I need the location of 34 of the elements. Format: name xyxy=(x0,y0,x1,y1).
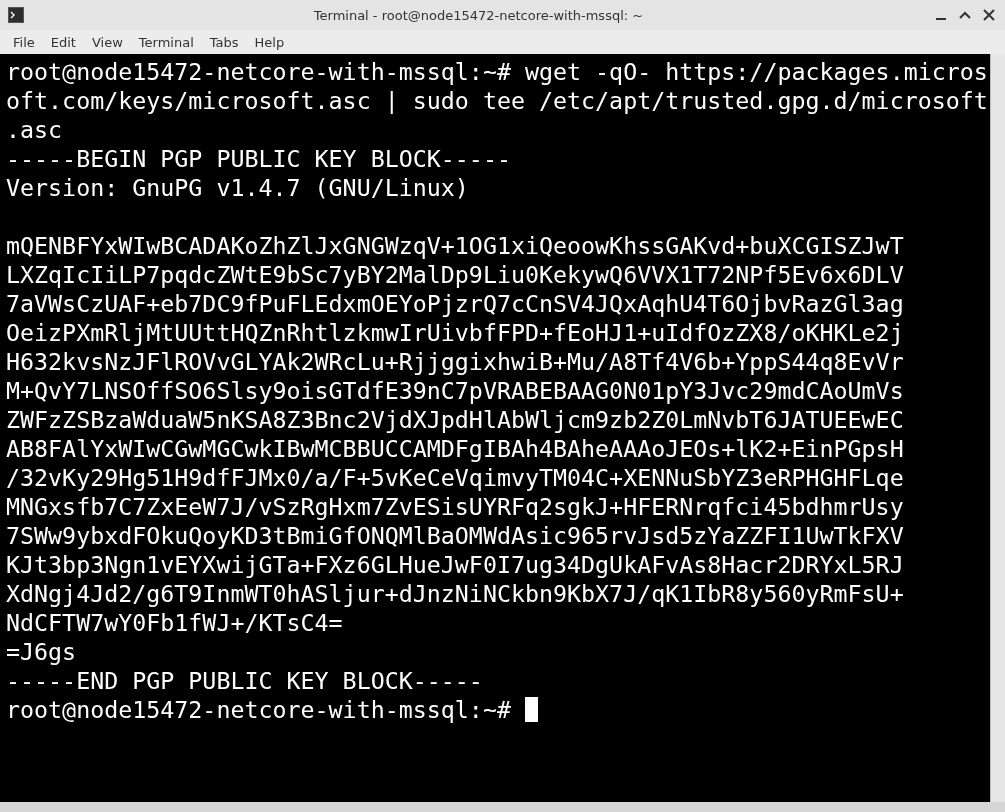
output-line: -----BEGIN PGP PUBLIC KEY BLOCK----- xyxy=(6,144,512,173)
output-line: Version: GnuPG v1.4.7 (GNU/Linux) xyxy=(6,173,470,202)
key-line: XdNgj4Jd2/g6T9InmWT0hASljur+dJnzNiNCkbn9KbX7J/qK1IbR8y560yRmFsU+ xyxy=(6,579,905,608)
terminal-icon xyxy=(8,7,24,23)
key-line: LXZqIcIiLP7pqdcZWtE9bSc7yBY2MalDp9Liu0KekywQ6VVX1T72NPf5Ev6x6DLV xyxy=(6,260,905,289)
command-line: oft.com/keys/microsoft.asc | sudo tee /etc/apt/trusted.gpg.d/microsoft xyxy=(6,86,989,115)
menu-item[interactable]: Tabs xyxy=(202,32,246,52)
key-line: ZWFzZSBzaWduaW5nKSA8Z3Bnc2VjdXJpdHlAbWljcm9zb2Z0LmNvbT6JATUEEwEC xyxy=(6,405,905,434)
cursor xyxy=(524,697,538,722)
menu-item[interactable]: Edit xyxy=(43,32,83,52)
key-line: H632kvsNzJFlROVvGLYAk2WRcLu+RjjggixhwiB+Mu/A8Tf4V6b+YppS44q8EvVr xyxy=(6,347,905,376)
window-title: Terminal - root@node15472-netcore-with-mssql: ~ xyxy=(312,7,645,23)
key-line: 7SWw9ybxdFOkuQoyKD3tBmiGfONQMlBaOMWdAsic965rvJsd5zYaZZFI1UwTkFXV xyxy=(6,521,905,550)
key-line: M+QvY7LNSOffSO6Slsy9oisGTdfE39nC7pVRABEBAAG0N01pY3Jvc29mdCAoUmVs xyxy=(6,376,905,405)
key-line: OeizPXmRljMtUUttHQZnRhtlzkmwIrUivbfFPD+fEoHJ1+uIdfOzZX8/oKHKLe2j xyxy=(6,318,905,347)
key-line: 7aVWsCzUAF+eb7DC9fPuFLEdxmOEYoPjzrQ7cCnSV4JQxAqhU4T6OjbvRazGl3ag xyxy=(6,289,905,318)
key-line: KJt3bp3Ngn1vEYXwijGTa+FXz6GLHueJwF0I7ug34DgUkAFvAs8Hacr2DRYxL5RJ xyxy=(6,550,905,579)
key-line: MNGxsfb7C7ZxEeW7J/vSzRgHxm7ZvESisUYRFq2sgkJ+HFERNrqfci45bdhmrUsy xyxy=(6,492,905,521)
output-line: -----END PGP PUBLIC KEY BLOCK----- xyxy=(6,666,484,695)
shell-prompt: root@node15472-netcore-with-mssql:~# xyxy=(6,695,511,724)
menu-item[interactable]: File xyxy=(6,32,42,52)
command-line: .asc xyxy=(6,115,64,144)
menu-item[interactable]: View xyxy=(84,32,130,52)
key-line: NdCFTW7wY0Fb1fWJ+/KTsC4= xyxy=(6,608,344,637)
scrollbar[interactable] xyxy=(990,54,1005,802)
key-line: AB8FAlYxWIwCGwMGCwkIBwMCBBUCCAMDFgIBAh4BAheAAAoJEOs+lK2+EinPGpsH xyxy=(6,434,905,463)
menu-item[interactable]: Help xyxy=(247,32,292,52)
close-icon[interactable] xyxy=(981,7,997,23)
command-line: root@node15472-netcore-with-mssql:~# wget -qO- https://packages.micros xyxy=(6,57,989,86)
terminal-screen[interactable] xyxy=(0,54,990,802)
key-line: /32vKy29Hg51H9dfFJMx0/a/F+5vKeCeVqimvyTM04C+XENNuSbYZ3eRPHGHFLqe xyxy=(6,463,905,492)
output-line: =J6gs xyxy=(6,637,78,666)
key-line: mQENBFYxWIwBCADAKoZhZlJxGNGWzqV+1OG1xiQeoowKhssGAKvd+buXCGISZJwT xyxy=(6,231,905,260)
menu-item[interactable]: Terminal xyxy=(131,32,201,52)
